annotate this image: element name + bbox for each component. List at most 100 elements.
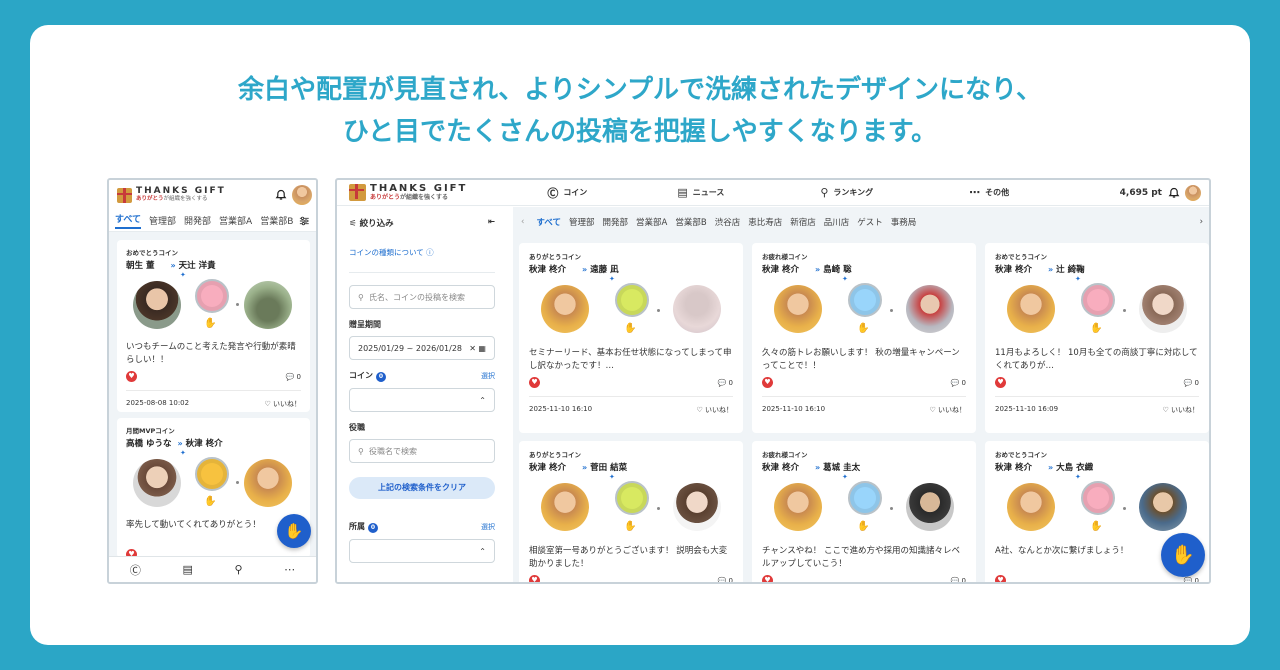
tab-admin[interactable]: 管理部 — [149, 214, 176, 227]
heart-icon[interactable]: ♥ — [995, 575, 1006, 582]
tab-sales-a[interactable]: 営業部A — [219, 214, 252, 227]
bell-icon[interactable] — [1168, 187, 1180, 199]
tab-ebisu[interactable]: 恵比寿店 — [748, 216, 782, 228]
tab-all[interactable]: すべて — [536, 216, 561, 228]
receiver-name[interactable]: 大島 衣織 — [1056, 461, 1093, 473]
receiver-name[interactable]: 葛城 圭太 — [823, 461, 860, 473]
search-input[interactable]: ⚲ 氏名、コインの投稿を検索 — [349, 285, 495, 309]
collapse-sidebar-icon[interactable]: ⇤ — [488, 217, 495, 229]
comment-count[interactable]: 💬 0 — [951, 379, 966, 387]
tab-shinjuku[interactable]: 新宿店 — [790, 216, 816, 228]
sender-name[interactable]: 秋津 柊介 — [995, 461, 1032, 473]
more-nav-icon[interactable]: ⋯ — [284, 563, 295, 576]
nav-more[interactable]: ⋯ その他 — [969, 186, 1009, 199]
coin-select-link[interactable]: 選択 — [481, 371, 495, 381]
receiver-photo — [906, 285, 954, 333]
tab-sales-b[interactable]: 営業部B — [260, 214, 293, 227]
double-chevron-right-icon: » — [1047, 462, 1054, 472]
heart-icon[interactable]: ♥ — [995, 377, 1006, 388]
tab-shibuya[interactable]: 渋谷店 — [715, 216, 741, 228]
post-card[interactable]: お疲れ様コイン 秋津 柊介 » 葛城 圭太 ✦ ✋ チャンスやね！ ここで進め方や採… — [752, 441, 976, 583]
help-icon: ⓘ — [426, 248, 434, 257]
tab-dev[interactable]: 開発部 — [603, 216, 629, 228]
double-chevron-right-icon: » — [814, 462, 821, 472]
receiver-name[interactable]: 遠藤 凪 — [590, 263, 618, 275]
coin-image — [615, 283, 649, 317]
like-button[interactable]: ♡ いいね！ — [929, 405, 966, 415]
app-logo[interactable]: THANKS GIFT ありがとうが組織を強くする — [349, 184, 467, 201]
send-coin-fab[interactable]: ✋ — [277, 514, 311, 548]
sender-name[interactable]: 秋津 柊介 — [762, 461, 799, 473]
chevron-left-icon[interactable]: ‹ — [521, 217, 524, 227]
coin-info-link[interactable]: コインの種類について ⓘ — [349, 247, 495, 273]
coin-nav-icon[interactable]: Ⓒ — [130, 562, 141, 578]
tab-dev[interactable]: 開発部 — [184, 214, 211, 227]
post-card[interactable]: ありがとうコイン 秋津 柊介 » 遠藤 凪 ✦ ✋ セミナーリード、基本お任せ状態に… — [519, 243, 743, 433]
nav-coin[interactable]: Ⓒ コイン — [547, 185, 587, 201]
post-card[interactable]: お疲れ様コイン 秋津 柊介 » 島崎 聡 ✦ ✋ 久々の筋トレお願いします！ 秋の増… — [752, 243, 976, 433]
receiver-name[interactable]: 菅田 結菜 — [590, 461, 627, 473]
ranking-nav-icon[interactable]: ⚲ — [234, 563, 242, 576]
news-nav-icon[interactable]: ▤ — [182, 563, 192, 576]
heart-icon[interactable]: ♥ — [762, 377, 773, 388]
receiver-name[interactable]: 天辻 洋貴 — [179, 259, 216, 271]
comment-count[interactable]: 💬 0 — [1184, 379, 1199, 387]
dept-select[interactable]: ⌃ — [349, 539, 495, 563]
tab-sales-a[interactable]: 営業部A — [636, 216, 667, 228]
mobile-bottom-nav: Ⓒ ▤ ⚲ ⋯ — [109, 556, 316, 582]
coin-filter-label: コイン 0 — [349, 370, 386, 382]
like-button[interactable]: ♡ いいね！ — [1162, 405, 1199, 415]
nav-ranking[interactable]: ⚲ ランキング — [820, 186, 873, 199]
filter-icon[interactable] — [299, 216, 310, 226]
mobile-header: THANKS GIFT ありがとうが組織を強くする — [109, 180, 316, 210]
sender-name[interactable]: 朝生 董 — [126, 259, 154, 271]
sender-photo — [133, 281, 181, 329]
tab-all[interactable]: すべて — [115, 212, 142, 229]
sender-name[interactable]: 秋津 柊介 — [529, 461, 566, 473]
post-card[interactable]: ありがとうコイン 秋津 柊介 » 菅田 結菜 ✦ ✋ 相談室第一号ありがとうございま… — [519, 441, 743, 583]
tab-shinagawa[interactable]: 品川店 — [824, 216, 850, 228]
sender-name[interactable]: 秋津 柊介 — [529, 263, 566, 275]
send-coin-fab[interactable]: ✋ — [1161, 533, 1205, 577]
comment-count[interactable]: 💬 0 — [1184, 577, 1199, 583]
tab-admin[interactable]: 管理部 — [569, 216, 595, 228]
comment-count[interactable]: 💬 0 — [718, 379, 733, 387]
like-button[interactable]: ♡ いいね！ — [264, 399, 301, 409]
post-card[interactable]: おめでとうコイン 朝生 董 » 天辻 洋貴 ✦ ✋ いつもチームのこと考えた発言… — [117, 240, 310, 412]
user-avatar[interactable] — [292, 185, 312, 205]
tab-sales-b[interactable]: 営業部B — [675, 216, 706, 228]
tab-guest[interactable]: ゲスト — [857, 216, 883, 228]
sender-name[interactable]: 高橋 ゆうな — [126, 437, 171, 449]
role-search-input[interactable]: ⚲ 役職名で検索 — [349, 439, 495, 463]
comment-count[interactable]: 💬 0 — [951, 577, 966, 583]
heart-icon[interactable]: ♥ — [126, 371, 137, 382]
receiver-name[interactable]: 辻 綺鞠 — [1056, 263, 1084, 275]
coin-image — [848, 481, 882, 515]
points-balance: 4,695 pt — [1119, 187, 1162, 198]
like-button[interactable]: ♡ いいね！ — [696, 405, 733, 415]
receiver-name[interactable]: 秋津 柊介 — [186, 437, 223, 449]
bell-icon[interactable] — [275, 189, 287, 201]
coin-select[interactable]: ⌃ — [349, 388, 495, 412]
user-avatar[interactable] — [1185, 184, 1201, 201]
app-logo[interactable]: THANKS GIFT ありがとうが組織を強くする — [117, 187, 226, 203]
tab-office[interactable]: 事務局 — [891, 216, 917, 228]
nav-news[interactable]: ▤ ニュース — [677, 186, 724, 199]
receiver-name[interactable]: 島崎 聡 — [823, 263, 851, 275]
clear-filters-button[interactable]: 上記の検索条件をクリア — [349, 477, 495, 499]
heart-icon[interactable]: ♥ — [529, 575, 540, 582]
post-card[interactable]: おめでとうコイン 秋津 柊介 » 辻 綺鞠 ✦ ✋ 11月もよろしく！ 10月も全て… — [985, 243, 1209, 433]
dept-select-link[interactable]: 選択 — [481, 522, 495, 532]
heart-icon[interactable]: ♥ — [762, 575, 773, 582]
double-chevron-right-icon: » — [581, 264, 588, 274]
comment-count[interactable]: 💬 0 — [286, 373, 301, 381]
chevron-right-icon[interactable]: › — [1200, 217, 1203, 227]
receiver-photo — [1139, 285, 1187, 333]
heart-icon[interactable]: ♥ — [529, 377, 540, 388]
comment-count[interactable]: 💬 0 — [718, 577, 733, 583]
clear-calendar-icons[interactable]: ✕ ▦ — [469, 344, 486, 353]
sender-name[interactable]: 秋津 柊介 — [995, 263, 1032, 275]
sender-name[interactable]: 秋津 柊介 — [762, 263, 799, 275]
period-field[interactable]: 2025/01/29 ~ 2026/01/28 ✕ ▦ — [349, 336, 495, 360]
chevron-up-icon: ⌃ — [479, 546, 486, 556]
